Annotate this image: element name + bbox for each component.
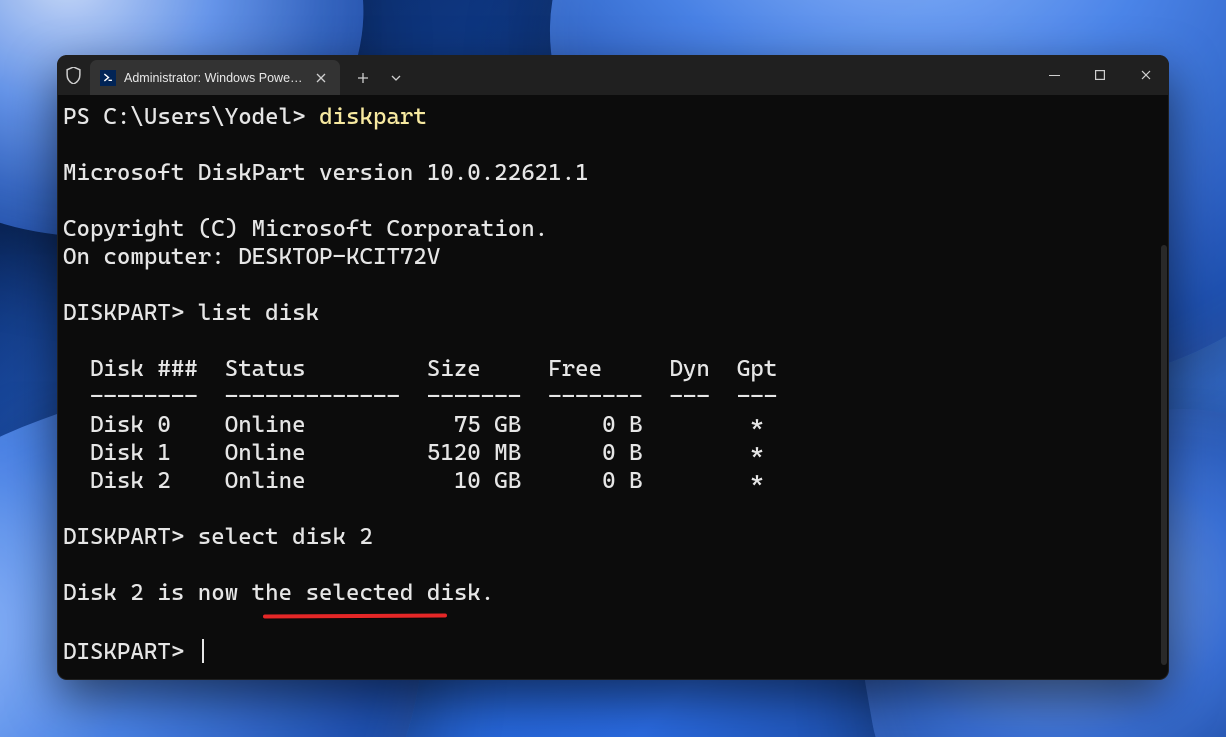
table-row: Disk 2 Online 10 GB 0 B * bbox=[63, 468, 764, 494]
terminal-output[interactable]: PS C:\Users\Yodel> diskpart Microsoft Di… bbox=[57, 95, 1169, 680]
dp-prompt: DISKPART> bbox=[63, 300, 198, 326]
table-row: Disk 0 Online 75 GB 0 B * bbox=[63, 412, 764, 438]
minimize-button[interactable] bbox=[1031, 55, 1077, 95]
tab-title: Administrator: Windows PowerShell bbox=[124, 71, 312, 85]
text-cursor bbox=[202, 639, 204, 663]
version-line: Microsoft DiskPart version 10.0.22621.1 bbox=[63, 160, 589, 186]
tab-active[interactable]: Administrator: Windows PowerShell bbox=[90, 60, 340, 95]
ps-prompt: PS C:\Users\Yodel> bbox=[63, 104, 319, 130]
computer-line: On computer: DESKTOP-KCIT72V bbox=[63, 244, 440, 270]
table-row: Disk 1 Online 5120 MB 0 B * bbox=[63, 440, 764, 466]
dp-prompt: DISKPART> bbox=[63, 524, 198, 550]
cmd-select-disk: select disk 2 bbox=[198, 524, 373, 550]
tab-close-button[interactable] bbox=[312, 69, 330, 87]
shield-icon bbox=[57, 55, 90, 95]
powershell-icon bbox=[100, 70, 116, 86]
titlebar-drag-region[interactable] bbox=[412, 55, 1031, 95]
titlebar[interactable]: Administrator: Windows PowerShell bbox=[57, 55, 1169, 95]
dp-prompt: DISKPART> bbox=[63, 639, 198, 665]
copyright-line: Copyright (C) Microsoft Corporation. bbox=[63, 216, 548, 242]
cmd-diskpart: diskpart bbox=[319, 104, 427, 130]
cmd-list-disk: list disk bbox=[198, 300, 319, 326]
tab-dropdown-button[interactable] bbox=[380, 63, 412, 93]
close-button[interactable] bbox=[1123, 55, 1169, 95]
scrollbar-thumb[interactable] bbox=[1161, 245, 1167, 665]
new-tab-button[interactable] bbox=[348, 63, 378, 93]
disk-table-rule: -------- ------------- ------- ------- -… bbox=[63, 384, 777, 410]
terminal-window: Administrator: Windows PowerShell bbox=[57, 55, 1169, 680]
disk-table-header: Disk ### Status Size Free Dyn Gpt bbox=[63, 356, 777, 382]
maximize-button[interactable] bbox=[1077, 55, 1123, 95]
select-confirm: Disk 2 is now the selected disk. bbox=[63, 580, 494, 606]
